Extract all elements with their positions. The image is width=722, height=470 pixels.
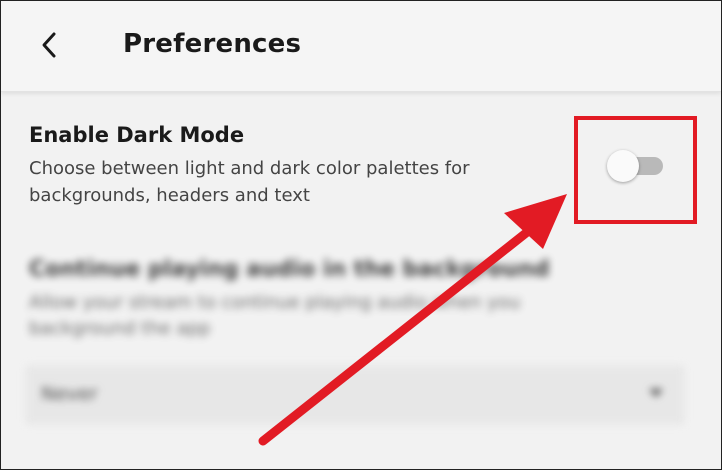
chevron-left-icon [42,32,56,58]
page-title: Preferences [123,29,302,59]
dark-mode-description: Choose between light and dark color pale… [29,158,470,206]
dark-mode-setting: Enable Dark Mode Choose between light an… [29,123,569,209]
background-audio-description: Allow your stream to continue playing au… [29,292,521,339]
background-audio-select[interactable]: Never [25,365,685,425]
background-audio-title: Continue playing audio in the background [29,257,550,282]
dropdown-arrow-icon [649,389,663,397]
preferences-screen: Preferences Enable Dark Mode Choose betw… [0,0,722,470]
highlight-box [574,116,697,224]
app-header: Preferences [1,1,721,92]
background-audio-setting: Continue playing audio in the background… [25,257,709,425]
back-button[interactable] [31,27,67,63]
dark-mode-title: Enable Dark Mode [29,123,245,147]
background-audio-select-value: Never [41,383,98,405]
